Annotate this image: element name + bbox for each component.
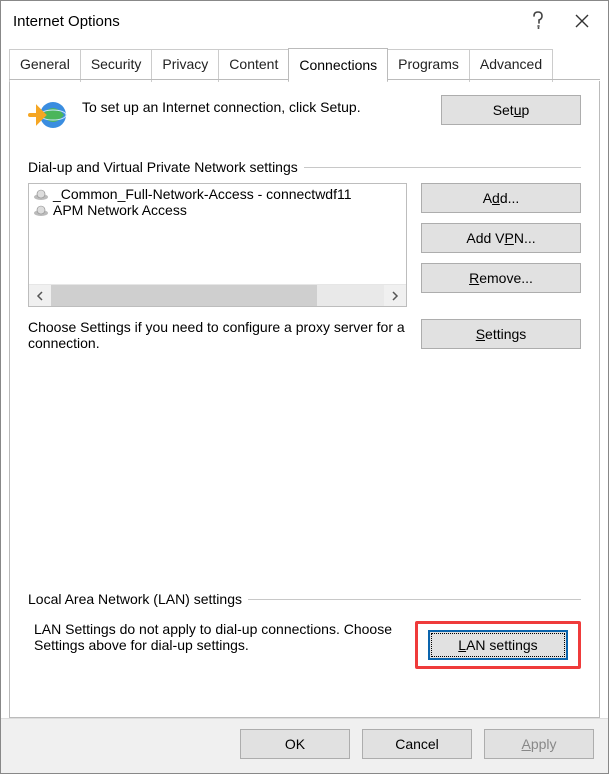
tabstrip: General Security Privacy Content Connect… [1, 41, 608, 80]
tab-privacy[interactable]: Privacy [151, 49, 219, 82]
setup-button[interactable]: Setup [441, 95, 581, 125]
rule [248, 599, 581, 600]
lan-row: LAN Settings do not apply to dial-up con… [28, 621, 581, 669]
add-button[interactable]: Add... [421, 183, 581, 213]
bottom-pad [28, 669, 581, 699]
dialup-header-label: Dial-up and Virtual Private Network sett… [28, 159, 304, 175]
lan-highlight: LAN settings [415, 621, 581, 669]
connections-panel: To set up an Internet connection, click … [9, 81, 600, 718]
dialup-listitems: _Common_Full-Network-Access - connectwdf… [29, 184, 406, 284]
setup-row: To set up an Internet connection, click … [28, 95, 581, 135]
rule [304, 167, 581, 168]
tab-security[interactable]: Security [80, 49, 153, 82]
dialup-help-row: Choose Settings if you need to configure… [28, 319, 581, 351]
help-button[interactable] [516, 2, 560, 40]
remove-button[interactable]: Remove... [421, 263, 581, 293]
close-icon [575, 14, 589, 28]
lan-help-text: LAN Settings do not apply to dial-up con… [28, 621, 401, 653]
add-vpn-button[interactable]: Add VPN... [421, 223, 581, 253]
setup-text: To set up an Internet connection, click … [82, 95, 427, 115]
dialup-block: _Common_Full-Network-Access - connectwdf… [28, 183, 581, 307]
spacer [28, 351, 581, 585]
window-title: Internet Options [13, 13, 516, 30]
internet-options-dialog: Internet Options General Security Privac… [0, 0, 609, 774]
settings-btn-col: Settings [421, 319, 581, 349]
scroll-left-button[interactable] [29, 285, 51, 306]
tab-advanced[interactable]: Advanced [469, 49, 553, 82]
ok-button[interactable]: OK [240, 729, 350, 759]
close-button[interactable] [560, 2, 604, 40]
dialog-buttons: OK Cancel Apply [1, 718, 608, 773]
cancel-button[interactable]: Cancel [362, 729, 472, 759]
list-item[interactable]: APM Network Access [31, 202, 404, 218]
titlebar: Internet Options [1, 1, 608, 41]
network-icon [33, 204, 49, 216]
list-item-label: APM Network Access [53, 202, 187, 218]
network-icon [33, 188, 49, 200]
scroll-track[interactable] [51, 285, 384, 306]
dialup-section-header: Dial-up and Virtual Private Network sett… [28, 159, 581, 175]
list-item[interactable]: _Common_Full-Network-Access - connectwdf… [31, 186, 404, 202]
list-item-label: _Common_Full-Network-Access - connectwdf… [53, 186, 352, 202]
dialup-button-column: Add... Add VPN... Remove... [421, 183, 581, 307]
lan-settings-button[interactable]: LAN settings [428, 630, 568, 660]
apply-button[interactable]: Apply [484, 729, 594, 759]
lan-section-header: Local Area Network (LAN) settings [28, 591, 581, 607]
tab-general[interactable]: General [9, 49, 81, 82]
tab-programs[interactable]: Programs [387, 49, 470, 82]
scroll-thumb[interactable] [51, 285, 317, 306]
globe-arrow-icon [28, 95, 68, 135]
chevron-left-icon [36, 291, 44, 301]
list-scrollbar[interactable] [29, 284, 406, 306]
scroll-right-button[interactable] [384, 285, 406, 306]
help-icon [531, 11, 545, 31]
tab-content[interactable]: Content [218, 49, 289, 82]
dialup-listbox[interactable]: _Common_Full-Network-Access - connectwdf… [28, 183, 407, 307]
chevron-right-icon [391, 291, 399, 301]
settings-button[interactable]: Settings [421, 319, 581, 349]
dialup-help-text: Choose Settings if you need to configure… [28, 319, 407, 351]
lan-header-label: Local Area Network (LAN) settings [28, 591, 248, 607]
tab-connections[interactable]: Connections [288, 48, 388, 81]
